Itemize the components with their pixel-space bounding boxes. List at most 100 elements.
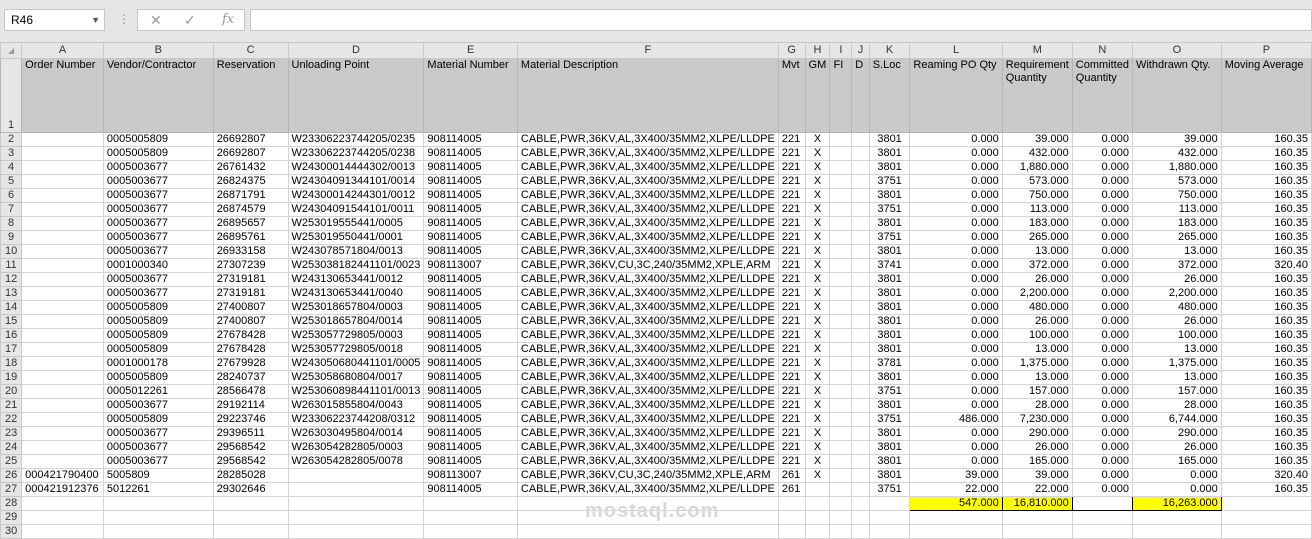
cell[interactable]: 27679928	[212, 356, 289, 371]
cell[interactable]	[21, 370, 104, 385]
cell[interactable]: 0.000	[1071, 202, 1133, 217]
cell[interactable]: 0.000	[909, 356, 1003, 371]
cell[interactable]: 221	[777, 230, 806, 245]
cell[interactable]: 3801	[868, 146, 911, 161]
cell[interactable]: 2,200.000	[1001, 286, 1073, 301]
column-header-p[interactable]: P	[1220, 42, 1312, 59]
cell[interactable]: 3751	[868, 412, 911, 427]
cell[interactable]: 3751	[868, 384, 911, 399]
cell[interactable]	[287, 496, 425, 511]
cell[interactable]: X	[804, 300, 831, 315]
cell[interactable]	[829, 230, 853, 245]
cell[interactable]: X	[804, 314, 831, 329]
cell[interactable]	[851, 132, 870, 147]
cell[interactable]: CABLE,PWR,36KV,AL,3X400/35MM2,XLPE/LLDPE	[516, 412, 779, 427]
cell[interactable]: 0.000	[1071, 370, 1133, 385]
cell[interactable]: 221	[777, 202, 806, 217]
cell[interactable]	[829, 160, 853, 175]
cell[interactable]: 160.35	[1220, 272, 1312, 287]
column-header-b[interactable]: B	[102, 42, 214, 59]
cell[interactable]	[516, 524, 779, 539]
cell[interactable]	[829, 482, 853, 497]
cell[interactable]: 0.000	[909, 440, 1003, 455]
cell[interactable]: W23306223744205/0235	[287, 132, 425, 147]
cell[interactable]: W263054282805/0078	[287, 454, 425, 469]
cell[interactable]: X	[804, 440, 831, 455]
cell[interactable]: X	[804, 328, 831, 343]
cell[interactable]	[829, 244, 853, 259]
cell[interactable]: 157.000	[1131, 384, 1222, 399]
cell[interactable]: 0.000	[1071, 426, 1133, 441]
cell[interactable]: 26692807	[212, 146, 289, 161]
cell[interactable]	[829, 510, 853, 525]
cell[interactable]: 3801	[868, 272, 911, 287]
cell[interactable]: 0.000	[909, 454, 1003, 469]
column-header-f[interactable]: F	[516, 42, 779, 59]
cell[interactable]: X	[804, 398, 831, 413]
cell[interactable]: 160.35	[1220, 174, 1312, 189]
cell[interactable]	[851, 286, 870, 301]
cell[interactable]: 29302646	[212, 482, 289, 497]
cell[interactable]: 26692807	[212, 132, 289, 147]
cell[interactable]: 221	[777, 286, 806, 301]
cell[interactable]: 0.000	[1071, 300, 1133, 315]
cell[interactable]: 908114005	[423, 174, 518, 189]
cell[interactable]	[1131, 510, 1222, 525]
cell[interactable]: 0.000	[1071, 286, 1133, 301]
cell[interactable]	[851, 412, 870, 427]
cell[interactable]: 0.000	[1131, 468, 1222, 483]
cell[interactable]	[829, 188, 853, 203]
cell[interactable]	[21, 160, 104, 175]
cell[interactable]	[21, 496, 104, 511]
cell[interactable]	[21, 146, 104, 161]
total-committed-empty[interactable]	[1071, 496, 1133, 511]
cell[interactable]: CABLE,PWR,36KV,AL,3X400/35MM2,XLPE/LLDPE	[516, 398, 779, 413]
cell[interactable]: X	[804, 272, 831, 287]
cell[interactable]: W253058680804/0017	[287, 370, 425, 385]
row-header[interactable]: 3	[0, 146, 23, 161]
field-header[interactable]: Moving Average	[1220, 58, 1312, 133]
cell[interactable]: 908114005	[423, 132, 518, 147]
cell[interactable]: 0.000	[909, 174, 1003, 189]
cell[interactable]: X	[804, 230, 831, 245]
cell[interactable]: 573.000	[1001, 174, 1073, 189]
cell[interactable]	[829, 202, 853, 217]
cell[interactable]: 3751	[868, 174, 911, 189]
cell[interactable]: 221	[777, 174, 806, 189]
cell[interactable]	[1071, 524, 1133, 539]
column-header-l[interactable]: L	[909, 42, 1003, 59]
row-header[interactable]: 29	[0, 510, 23, 525]
cell[interactable]: 0.000	[1071, 230, 1133, 245]
cell[interactable]: 0.000	[1071, 272, 1133, 287]
field-header[interactable]: S.Loc	[868, 58, 911, 133]
cell[interactable]: 0005003677	[102, 174, 214, 189]
cell[interactable]: 3801	[868, 160, 911, 175]
cell[interactable]: 27678428	[212, 342, 289, 357]
cell[interactable]: CABLE,PWR,36KV,AL,3X400/35MM2,XLPE/LLDPE	[516, 174, 779, 189]
field-header[interactable]: Requirement Quantity	[1001, 58, 1073, 133]
cell[interactable]: W24304091344101/0014	[287, 174, 425, 189]
cell[interactable]	[829, 454, 853, 469]
cell[interactable]: W263054282805/0003	[287, 440, 425, 455]
cell[interactable]: 908114005	[423, 314, 518, 329]
cell[interactable]: 28566478	[212, 384, 289, 399]
cell[interactable]: 1,375.000	[1131, 356, 1222, 371]
cell[interactable]: 0005003677	[102, 216, 214, 231]
cell[interactable]: CABLE,PWR,36KV,AL,3X400/35MM2,XLPE/LLDPE	[516, 342, 779, 357]
cell[interactable]: 0.000	[1131, 482, 1222, 497]
cell[interactable]: 29396511	[212, 426, 289, 441]
cell[interactable]	[102, 510, 214, 525]
cell[interactable]: 221	[777, 370, 806, 385]
cell[interactable]	[851, 188, 870, 203]
cell[interactable]: CABLE,PWR,36KV,AL,3X400/35MM2,XLPE/LLDPE	[516, 146, 779, 161]
cell[interactable]: 480.000	[1001, 300, 1073, 315]
cell[interactable]	[423, 524, 518, 539]
cell[interactable]: 22.000	[909, 482, 1003, 497]
cell[interactable]: 0.000	[1071, 468, 1133, 483]
row-header[interactable]: 1	[0, 58, 23, 133]
cell[interactable]: 908113007	[423, 468, 518, 483]
field-header[interactable]: Material Number	[423, 58, 518, 133]
cell[interactable]: 486.000	[909, 412, 1003, 427]
cell[interactable]: 908114005	[423, 398, 518, 413]
cell[interactable]: 27678428	[212, 328, 289, 343]
